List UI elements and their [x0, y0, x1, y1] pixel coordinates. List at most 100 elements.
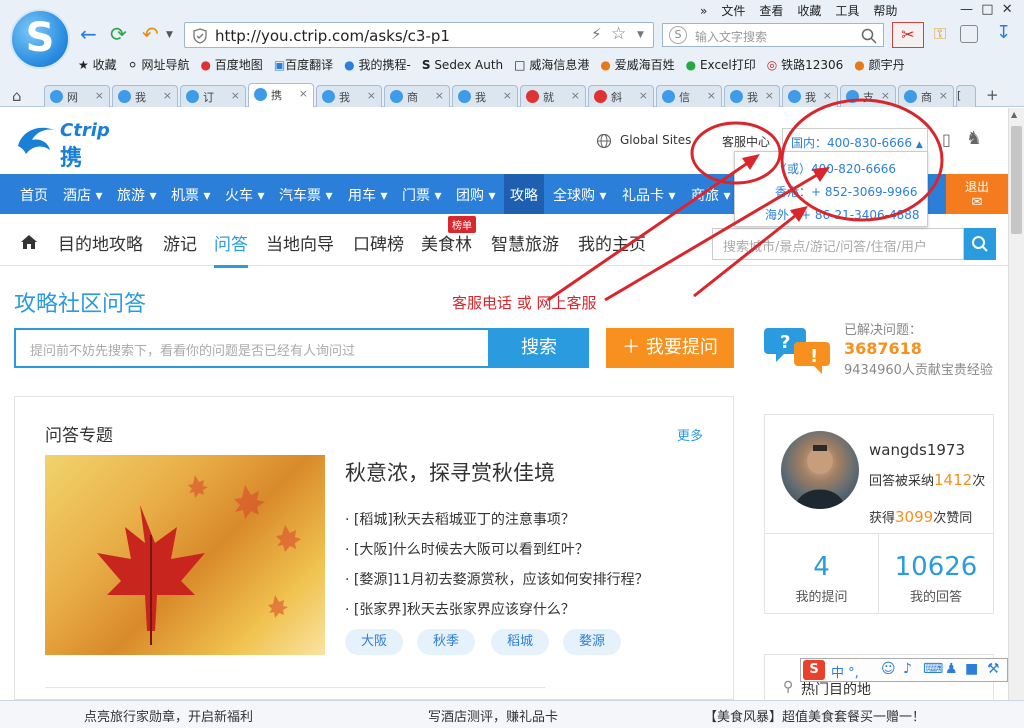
keyboard-icon[interactable]: ⌨ [923, 661, 943, 677]
star-icon[interactable]: ☆ [611, 24, 626, 44]
subnav-ranking[interactable]: 口碑榜 [353, 230, 404, 255]
browser-tab-active[interactable]: 携 × [248, 83, 314, 107]
browser-tab[interactable]: 就 × [520, 85, 586, 107]
menu-item[interactable]: 查看 [759, 4, 783, 18]
bookmark-item[interactable]: ● 颜宇丹 [854, 56, 904, 73]
question-search-button[interactable]: 搜索 [489, 328, 589, 368]
undo-dropdown-icon[interactable]: ▼ [166, 30, 173, 40]
tab-close-icon[interactable]: × [707, 89, 716, 102]
subnav-destination[interactable]: 目的地攻略 [58, 230, 143, 255]
scroll-up-icon[interactable]: ▲ [1011, 110, 1017, 119]
global-sites-link[interactable]: Global Sites [620, 133, 691, 147]
browser-tab[interactable]: 商 × [384, 85, 450, 107]
nav-item-tour[interactable]: 旅游 ▾ [117, 185, 156, 205]
subnav-local-guide[interactable]: 当地向导 [266, 230, 334, 255]
browser-search-field[interactable]: S 输入文字搜索 [662, 23, 884, 47]
nav-item-flight[interactable]: 机票 ▾ [171, 185, 210, 205]
browser-tab[interactable]: 信 × [656, 85, 722, 107]
bookmark-item[interactable]: ◎ 铁路12306 [767, 56, 844, 73]
nav-item-train[interactable]: 火车 ▾ [225, 185, 264, 205]
topic-question[interactable]: · [张家界]秋天去张家界应该穿什么？ [345, 599, 575, 619]
bookmark-item[interactable]: ● 百度地图 [200, 56, 262, 73]
window-controls[interactable]: — □ ✕ [960, 2, 1013, 17]
address-bar[interactable]: http://you.ctrip.com/asks/c3-p1 ⚡ ☆ ▼ [184, 22, 654, 48]
topic-image[interactable] [45, 455, 325, 655]
nav-item-shop[interactable]: 全球购 ▾ [553, 185, 606, 205]
my-questions-stat[interactable]: 4 我的提问 [765, 534, 879, 614]
nav-item-guide[interactable]: 攻略 [504, 174, 544, 214]
smiley-icon[interactable]: ☺ [881, 661, 896, 677]
nav-item-business[interactable]: 商旅 ▾ [691, 185, 730, 205]
nav-item-car[interactable]: 用车 ▾ [348, 185, 387, 205]
browser-tab[interactable]: 订 × [180, 85, 246, 107]
topic-tag[interactable]: 稻城 [491, 629, 549, 655]
nav-item-bus[interactable]: 汽车票 ▾ [279, 185, 332, 205]
subnav-travelogue[interactable]: 游记 [163, 230, 197, 255]
browser-tab[interactable]: 商 × [898, 85, 954, 107]
browser-logo-icon[interactable]: S [10, 9, 70, 69]
topic-tag[interactable]: 婺源 [563, 629, 621, 655]
topic-tag[interactable]: 秋季 [417, 629, 475, 655]
search-engine-icon[interactable]: S [669, 26, 687, 44]
nav-item-ticket[interactable]: 门票 ▾ [402, 185, 441, 205]
tab-close-icon[interactable]: × [765, 89, 774, 102]
tab-close-icon[interactable]: × [571, 89, 580, 102]
nav-item-giftcard[interactable]: 礼品卡 ▾ [622, 185, 675, 205]
bottom-link[interactable]: 点亮旅行家勋章，开启新福利 [84, 706, 253, 725]
my-answers-stat[interactable]: 10626 我的回答 [879, 534, 993, 614]
site-search-button[interactable] [964, 228, 996, 260]
wrench-icon[interactable]: ⚒ [987, 661, 1000, 677]
tab-close-icon[interactable]: × [299, 87, 308, 100]
home-icon[interactable] [20, 234, 38, 250]
topic-question[interactable]: · [稻城]秋天去稻城亚丁的注意事项？ [345, 509, 575, 529]
scrollbar-thumb[interactable] [1011, 126, 1022, 234]
phone-alt[interactable]: （或）400-820-6666 [775, 160, 896, 177]
home-icon[interactable]: ⌂ [12, 87, 22, 105]
bookmark-item[interactable]: ● 我的携程- [344, 56, 411, 73]
user-icon[interactable]: ♟ [945, 661, 958, 677]
browser-tab[interactable]: 我 × [316, 85, 382, 107]
ask-question-button[interactable]: ＋ 我要提问 [606, 328, 734, 368]
mobile-icon[interactable]: ▯ [942, 130, 951, 149]
undo-icon[interactable]: ↶ [142, 24, 159, 44]
site-search-input[interactable]: 搜索城市/景点/游记/问答/住宿/用户 [723, 236, 927, 255]
nav-item-hotel[interactable]: 酒店 ▾ [63, 185, 102, 205]
tab-close-icon[interactable]: × [881, 89, 890, 102]
subnav-food[interactable]: 美食林 [421, 230, 472, 255]
topic-tag[interactable]: 大阪 [345, 629, 403, 655]
tab-close-icon[interactable]: × [367, 89, 376, 102]
bookmark-item[interactable]: □ 威海信息港 [514, 56, 589, 73]
subnav-qa[interactable]: 问答 [214, 230, 248, 268]
topic-question[interactable]: · [婺源]11月初去婺源赏秋，应该如何安排行程？ [345, 569, 649, 589]
url-dropdown-icon[interactable]: ▼ [637, 30, 644, 40]
tab-close-icon[interactable]: × [939, 89, 948, 102]
bookmark-item[interactable]: ⚪ 网址导航 [128, 56, 190, 73]
browser-tab[interactable]: [ [956, 85, 976, 107]
browser-tab[interactable]: 支 × [840, 85, 896, 107]
tab-close-icon[interactable]: × [503, 89, 512, 102]
download-icon[interactable]: ↧ [996, 22, 1011, 43]
menu-item[interactable]: 工具 [835, 4, 859, 18]
topic-title[interactable]: 秋意浓，探寻赏秋佳境 [345, 457, 555, 487]
tab-close-icon[interactable]: × [231, 89, 240, 102]
menu-item[interactable]: 收藏 [797, 4, 821, 18]
grid-icon[interactable] [960, 25, 978, 43]
question-search-input[interactable]: 提问前不妨先搜索下，看看你的问题是否已经有人询问过 [30, 340, 355, 359]
bottom-link[interactable]: 【美食风暴】超值美食套餐买一赠一！ [704, 706, 925, 725]
topics-more-link[interactable]: 更多 [677, 425, 703, 444]
browser-tab[interactable]: 我 × [724, 85, 780, 107]
key-icon[interactable]: ⚿ [934, 24, 946, 44]
bookmark-item[interactable]: ▣百度翻译 [274, 56, 333, 73]
menu-item[interactable]: 文件 [721, 4, 745, 18]
question-search-field[interactable]: 提问前不妨先搜索下，看看你的问题是否已经有人询问过 [14, 328, 490, 368]
service-center-link[interactable]: 客服中心 [722, 133, 770, 150]
mic-icon[interactable]: ♪ [903, 661, 912, 677]
browser-tab[interactable]: 网 × [44, 85, 110, 107]
bookmark-item[interactable]: ● Excel打印 [686, 56, 756, 73]
user-name[interactable]: wangds1973 [869, 441, 965, 459]
back-icon[interactable]: ← [80, 24, 97, 44]
browser-search-input[interactable]: 输入文字搜索 [695, 28, 767, 45]
ime-mode[interactable]: 中 °, [831, 662, 859, 681]
site-search-field[interactable]: 搜索城市/景点/游记/问答/住宿/用户 [712, 228, 964, 260]
bookmark-item[interactable]: S Sedex Auth [422, 58, 503, 72]
